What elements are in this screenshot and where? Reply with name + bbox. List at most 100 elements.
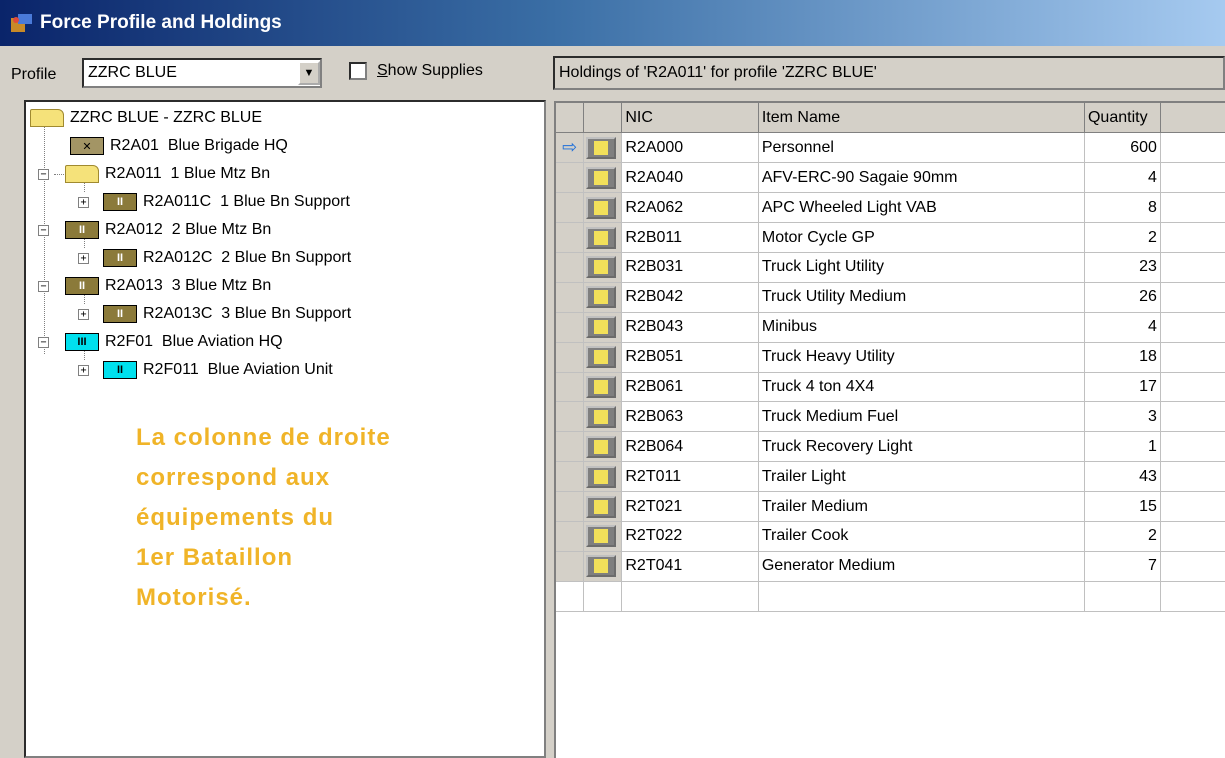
row-indicator[interactable] — [556, 521, 585, 552]
help-icon[interactable] — [586, 166, 617, 189]
holdings-grid[interactable]: NIC Item Name Quantity ⇨ R2A000 Personnel 6… — [554, 101, 1225, 758]
show-supplies-checkbox[interactable] — [349, 62, 367, 80]
expand-icon[interactable]: + — [78, 196, 89, 208]
cell-quantity[interactable]: 600 — [1084, 132, 1161, 164]
table-row[interactable]: R2B042 Truck Utility Medium 26 — [556, 282, 1225, 313]
table-row[interactable]: R2T041 Generator Medium 7 — [556, 551, 1225, 582]
details-button-cell[interactable] — [583, 342, 623, 373]
details-button-cell[interactable] — [583, 312, 623, 343]
help-icon[interactable] — [586, 375, 617, 398]
collapse-icon[interactable]: − — [38, 224, 49, 236]
tree-node-r2f011[interactable]: + II R2F011 Blue Aviation Unit — [78, 356, 333, 384]
tree-node-r2a01[interactable]: ✕ R2A01 Blue Brigade HQ — [70, 132, 288, 160]
table-row[interactable]: R2T022 Trailer Cook 2 — [556, 521, 1225, 552]
help-icon[interactable] — [586, 196, 617, 219]
help-icon[interactable] — [586, 465, 617, 488]
tree-node-r2a013[interactable]: − II R2A013 3 Blue Mtz Bn — [38, 272, 271, 300]
collapse-icon[interactable]: − — [38, 168, 49, 180]
chevron-down-icon[interactable]: ▼ — [298, 61, 320, 85]
details-button-cell[interactable] — [583, 461, 623, 493]
row-indicator[interactable] — [556, 401, 585, 433]
details-button-cell[interactable] — [583, 491, 623, 522]
cell-quantity[interactable]: 2 — [1084, 222, 1161, 253]
cell-quantity[interactable]: 17 — [1084, 372, 1161, 403]
help-icon[interactable] — [586, 316, 617, 339]
tree-node-r2a012c[interactable]: + II R2A012C 2 Blue Bn Support — [78, 244, 351, 272]
details-button-cell[interactable] — [583, 521, 623, 552]
row-indicator[interactable] — [556, 342, 585, 373]
details-button-cell[interactable] — [583, 431, 623, 463]
help-icon[interactable] — [586, 525, 617, 548]
help-icon[interactable] — [586, 435, 617, 458]
cell-quantity[interactable]: 1 — [1084, 431, 1161, 463]
row-indicator[interactable] — [556, 162, 585, 194]
row-indicator[interactable] — [556, 431, 585, 463]
column-header-nic[interactable]: NIC — [621, 103, 759, 134]
row-indicator[interactable] — [556, 372, 585, 403]
row-indicator[interactable]: ⇨ — [556, 132, 585, 164]
help-icon[interactable] — [586, 495, 617, 518]
column-header-item-name[interactable]: Item Name — [758, 103, 1085, 134]
cell-quantity[interactable]: 3 — [1084, 401, 1161, 433]
table-row[interactable]: R2B063 Truck Medium Fuel 3 — [556, 401, 1225, 433]
table-row[interactable]: R2B051 Truck Heavy Utility 18 — [556, 342, 1225, 373]
collapse-icon[interactable]: − — [38, 280, 49, 292]
cell-quantity[interactable]: 15 — [1084, 491, 1161, 522]
help-icon[interactable] — [586, 226, 617, 249]
tree-node-r2a013c[interactable]: + II R2A013C 3 Blue Bn Support — [78, 300, 351, 328]
cell-quantity[interactable]: 23 — [1084, 252, 1161, 283]
table-row[interactable]: R2T011 Trailer Light 43 — [556, 461, 1225, 493]
tree-node-r2a011[interactable]: − R2A011 1 Blue Mtz Bn — [38, 160, 270, 188]
details-button-cell[interactable] — [583, 372, 623, 403]
table-row[interactable]: R2A062 APC Wheeled Light VAB 8 — [556, 192, 1225, 224]
table-row[interactable]: R2A040 AFV-ERC-90 Sagaie 90mm 4 — [556, 162, 1225, 194]
row-indicator[interactable] — [556, 192, 585, 224]
row-indicator[interactable] — [556, 551, 585, 582]
table-row[interactable]: R2T021 Trailer Medium 15 — [556, 491, 1225, 522]
tree-node-r2a012[interactable]: − II R2A012 2 Blue Mtz Bn — [38, 216, 271, 244]
cell-quantity[interactable]: 43 — [1084, 461, 1161, 493]
tree-node-r2a011c[interactable]: + II R2A011C 1 Blue Bn Support — [78, 188, 350, 216]
row-indicator[interactable] — [556, 252, 585, 283]
row-indicator[interactable] — [556, 491, 585, 522]
details-button-cell[interactable] — [583, 162, 623, 194]
row-indicator[interactable] — [556, 222, 585, 253]
help-icon[interactable] — [586, 256, 617, 279]
tree-root[interactable]: ZZRC BLUE - ZZRC BLUE — [30, 104, 262, 132]
row-indicator[interactable] — [556, 461, 585, 493]
cell-quantity[interactable]: 7 — [1084, 551, 1161, 582]
expand-icon[interactable]: + — [78, 252, 89, 264]
cell-quantity[interactable]: 4 — [1084, 312, 1161, 343]
details-button-cell[interactable] — [583, 401, 623, 433]
collapse-icon[interactable]: − — [38, 336, 49, 348]
details-button-cell[interactable] — [583, 252, 623, 283]
help-icon[interactable] — [586, 286, 617, 309]
table-row[interactable]: R2B031 Truck Light Utility 23 — [556, 252, 1225, 283]
cell-quantity[interactable]: 2 — [1084, 521, 1161, 552]
cell-quantity[interactable]: 4 — [1084, 162, 1161, 194]
row-indicator[interactable] — [556, 282, 585, 313]
tree-node-r2f01[interactable]: − III R2F01 Blue Aviation HQ — [38, 328, 283, 356]
expand-icon[interactable]: + — [78, 308, 89, 320]
details-button-cell[interactable] — [583, 282, 623, 313]
table-row[interactable]: ⇨ R2A000 Personnel 600 — [556, 132, 1225, 164]
profile-dropdown[interactable]: ZZRC BLUE ▼ — [82, 58, 322, 88]
table-row[interactable]: R2B043 Minibus 4 — [556, 312, 1225, 343]
help-icon[interactable] — [586, 136, 617, 159]
details-button-cell[interactable] — [583, 132, 623, 164]
column-header-quantity[interactable]: Quantity — [1084, 103, 1161, 134]
details-button-cell[interactable] — [583, 222, 623, 253]
table-row[interactable]: R2B061 Truck 4 ton 4X4 17 — [556, 372, 1225, 403]
help-icon[interactable] — [586, 346, 617, 369]
row-indicator[interactable] — [556, 312, 585, 343]
cell-quantity[interactable]: 8 — [1084, 192, 1161, 224]
help-icon[interactable] — [586, 405, 617, 428]
show-supplies-toggle[interactable]: Show Supplies — [349, 62, 483, 80]
details-button-cell[interactable] — [583, 192, 623, 224]
table-row-empty[interactable] — [556, 581, 1225, 612]
table-row[interactable]: R2B064 Truck Recovery Light 1 — [556, 431, 1225, 463]
cell-quantity[interactable]: 18 — [1084, 342, 1161, 373]
help-icon[interactable] — [586, 555, 617, 578]
details-button-cell[interactable] — [583, 551, 623, 582]
expand-icon[interactable]: + — [78, 364, 89, 376]
